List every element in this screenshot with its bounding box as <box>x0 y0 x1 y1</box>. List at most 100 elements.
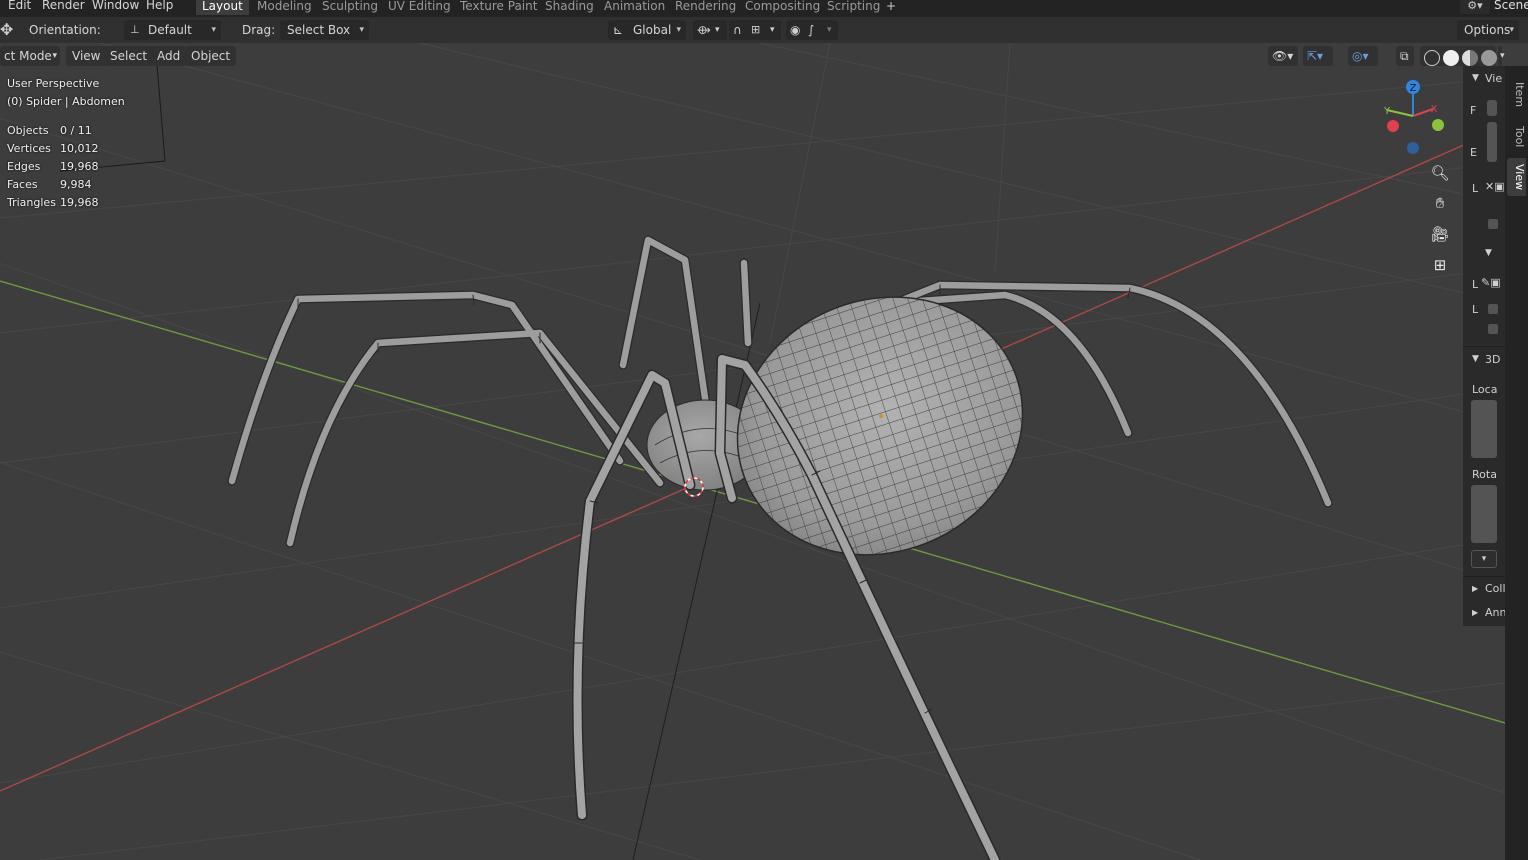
mode-dropdown[interactable]: ct Mode ▾ <box>0 46 60 66</box>
gizmo-z-label: Z <box>1410 83 1417 94</box>
section-collections-label[interactable]: Coll <box>1485 582 1506 595</box>
tab-compositing[interactable]: Compositing <box>739 0 826 15</box>
menu-view[interactable]: View <box>66 46 107 66</box>
menu-edit[interactable]: Edit <box>8 0 31 14</box>
chevron-down-icon: ▾ <box>715 25 720 35</box>
chevron-down-icon: ▾ <box>770 25 775 35</box>
stat-value: 19,968 <box>60 160 99 173</box>
menu-select[interactable]: Select <box>104 46 154 66</box>
material-shading-icon[interactable] <box>1462 50 1478 66</box>
zoom-icon[interactable]: 🔍︎ <box>1428 161 1452 185</box>
tab-modeling[interactable]: Modeling <box>251 0 318 15</box>
shading-modes[interactable] <box>1420 46 1497 66</box>
snap-increment-icon[interactable]: ⊞ <box>751 20 760 40</box>
drag-dropdown[interactable]: Select Box ▾ <box>280 20 369 40</box>
section-3d-cursor-label[interactable]: 3D <box>1485 353 1500 366</box>
pivot-point-dropdown[interactable]: ⟴ ▾ <box>693 20 727 40</box>
menu-render[interactable]: Render <box>42 0 85 14</box>
tab-rendering[interactable]: Rendering <box>669 0 742 15</box>
grid-icon[interactable]: ⊞ <box>1428 253 1452 277</box>
orientation-icon: ⊥ <box>130 23 140 36</box>
checkbox[interactable] <box>1488 219 1498 229</box>
menu-object[interactable]: Object <box>185 46 237 66</box>
navigation-gizmo[interactable]: Z X Y <box>1380 78 1446 154</box>
section-view-label[interactable]: Vie <box>1485 72 1502 85</box>
transform-orientation-dropdown[interactable]: ⊾ Global ▾ <box>608 20 686 40</box>
scene-label: Scene <box>1494 0 1528 12</box>
lock-icon[interactable]: ✕▣ <box>1485 180 1505 193</box>
active-object-label: (0) Spider | Abdomen <box>7 95 125 108</box>
menu-help[interactable]: Help <box>146 0 173 14</box>
tab-texture-paint[interactable]: Texture Paint <box>454 0 543 15</box>
section-annotations-label[interactable]: Ann <box>1485 606 1506 619</box>
rotation-label: Rota <box>1472 468 1497 481</box>
checkbox[interactable] <box>1488 304 1498 314</box>
magnet-icon[interactable]: ∩ <box>733 20 742 40</box>
wireframe-shading-icon[interactable] <box>1424 50 1440 66</box>
tab-view[interactable]: View <box>1507 158 1526 196</box>
add-workspace-button[interactable]: + <box>880 0 902 15</box>
divider <box>1463 346 1505 347</box>
focal-length-field[interactable] <box>1487 100 1497 116</box>
menu-window[interactable]: Window <box>92 0 139 14</box>
expand-triangle-icon[interactable]: ▶ <box>1472 584 1478 593</box>
gizmo-toggle-icon[interactable]: ⇱▾ <box>1303 46 1333 66</box>
overlays-icon[interactable]: ◎▾ <box>1348 46 1378 66</box>
options-dropdown[interactable]: Options ▾ <box>1457 20 1519 40</box>
stat-value: 19,968 <box>60 196 99 209</box>
orientation-dropdown[interactable]: ⊥ Default ▾ <box>124 20 221 40</box>
expand-triangle-icon[interactable]: ▶ <box>1472 608 1478 617</box>
field-label-l1: L <box>1472 182 1479 195</box>
top-menu-bar: Edit Render Window Help Layout Modeling … <box>0 0 1528 17</box>
tab-animation[interactable]: Animation <box>598 0 671 15</box>
stat-label: Objects <box>7 124 49 137</box>
mode-label: ct Mode <box>4 49 52 63</box>
eyedropper-icon[interactable]: ✎▣ <box>1481 276 1501 289</box>
snapping-group[interactable]: ∩ ⊞ ▾ <box>729 20 781 40</box>
tab-sculpting[interactable]: Sculpting <box>316 0 384 15</box>
axis-icon: ⊾ <box>613 23 624 37</box>
collapse-triangle-icon[interactable]: ▼ <box>1472 73 1479 83</box>
rotation-fields[interactable] <box>1471 485 1497 543</box>
drag-value: Select Box <box>287 23 351 37</box>
viewport-scene[interactable] <box>0 43 1505 860</box>
tab-scripting[interactable]: Scripting <box>821 0 886 15</box>
move-tool-icon[interactable]: ✥ <box>0 20 13 40</box>
xray-toggle-icon[interactable]: ⧉ <box>1396 46 1414 66</box>
view-perspective-label: User Perspective <box>7 77 100 90</box>
tab-shading[interactable]: Shading <box>539 0 600 15</box>
proportional-edit-icon[interactable]: ◉ <box>790 20 800 40</box>
camera-icon[interactable]: 🎥︎ <box>1428 222 1452 246</box>
gizmo-y-label: Y <box>1383 106 1391 117</box>
hand-pan-icon[interactable]: ✋︎ <box>1428 191 1452 215</box>
3d-viewport[interactable]: ct Mode ▾ View Select Add Object 👁▾ ⇱▾ ◎… <box>0 43 1505 860</box>
chevron-down-icon[interactable]: ▼ <box>1485 248 1492 258</box>
menu-add[interactable]: Add <box>151 46 187 66</box>
rotation-mode-dropdown[interactable]: ▾ <box>1471 550 1497 568</box>
field-label-l2: L <box>1472 278 1479 291</box>
clip-field[interactable] <box>1487 122 1497 162</box>
stats-faces: Faces 9,984 <box>7 178 92 191</box>
visibility-eye-icon[interactable]: 👁▾ <box>1268 46 1298 66</box>
chevron-down-icon[interactable]: ▾ <box>1498 46 1505 66</box>
location-fields[interactable] <box>1471 400 1497 458</box>
field-label-f: F <box>1470 104 1477 117</box>
sidebar-panel: ▼ Vie F E L ✕▣ ▼ L ✎▣ L ▼ 3D Loca Rota ▾… <box>1463 66 1506 626</box>
proportional-editing-group[interactable]: ◉ ∫ ▾ <box>786 20 838 40</box>
tab-layout[interactable]: Layout <box>196 0 249 15</box>
falloff-curve-icon[interactable]: ∫ <box>808 20 814 40</box>
stat-value: 9,984 <box>60 178 92 191</box>
tab-uv-editing[interactable]: UV Editing <box>382 0 457 15</box>
checkbox[interactable] <box>1488 324 1498 334</box>
tab-tool[interactable]: Tool <box>1507 120 1526 154</box>
gizmo-neg-y <box>1432 119 1444 131</box>
solid-shading-icon[interactable] <box>1443 50 1459 66</box>
collapse-triangle-icon[interactable]: ▼ <box>1472 354 1479 364</box>
tab-item[interactable]: Item <box>1507 74 1526 116</box>
scene-selector[interactable]: ⚙▾ Scene <box>1460 0 1528 14</box>
scene-icon[interactable]: ⚙▾ <box>1460 0 1490 14</box>
rendered-shading-icon[interactable] <box>1481 50 1497 66</box>
chevron-down-icon: ▾ <box>211 25 216 35</box>
options-label: Options <box>1464 23 1511 37</box>
gizmo-neg-x <box>1387 120 1399 132</box>
